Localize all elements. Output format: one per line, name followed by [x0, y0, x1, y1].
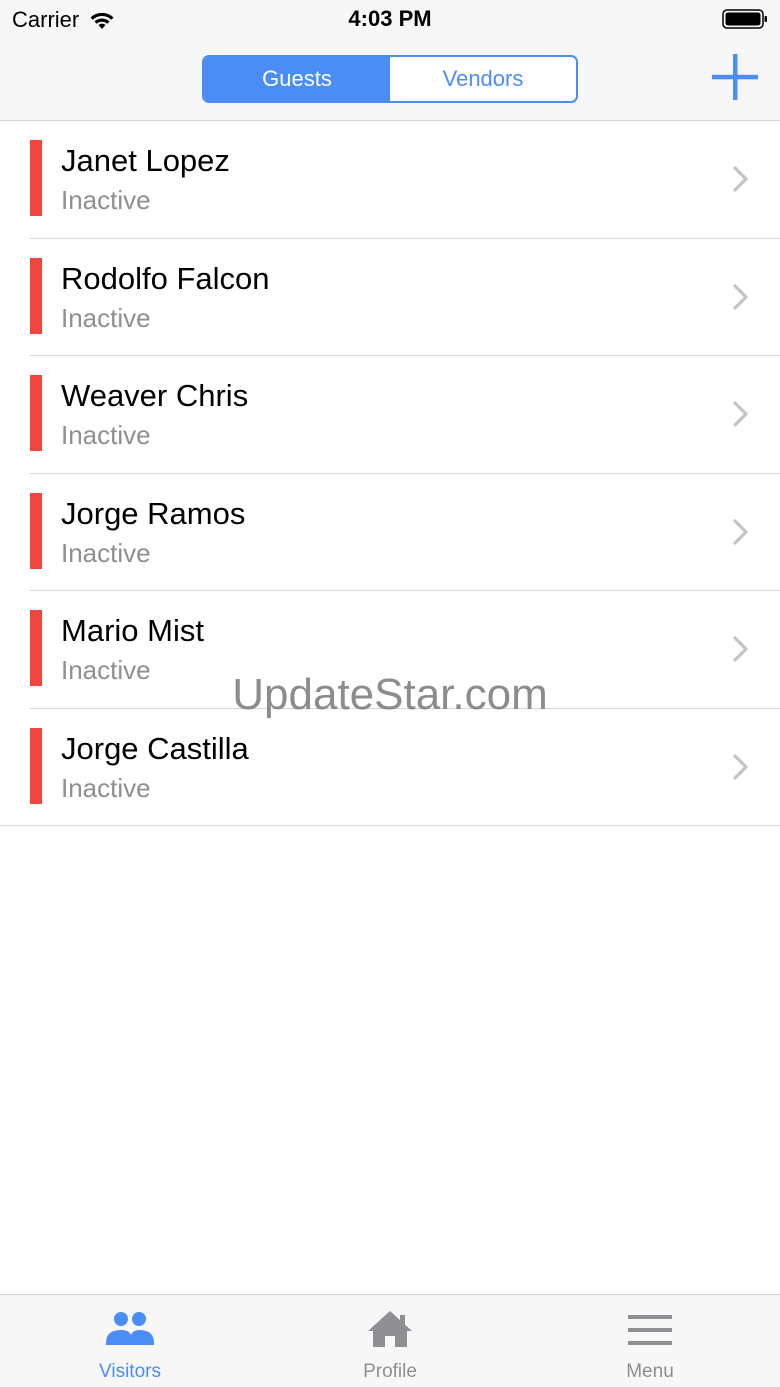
hamburger-menu-icon [628, 1315, 672, 1345]
home-icon [368, 1311, 412, 1347]
visitor-name: Mario Mist [61, 613, 204, 648]
status-bar: Carrier 4:03 PM [0, 0, 780, 40]
visitor-name: Jorge Ramos [61, 495, 246, 531]
visitor-status: Inactive [61, 655, 151, 685]
visitor-row[interactable]: Jorge Ramos Inactive [0, 474, 780, 591]
segment-vendors[interactable]: Vendors [390, 57, 576, 101]
guests-vendors-segmented-control: Guests Vendors [202, 55, 578, 103]
inactive-status-indicator [30, 140, 42, 216]
visitor-status: Inactive [61, 185, 151, 215]
visitor-row[interactable]: Mario Mist Inactive [0, 591, 780, 709]
inactive-status-indicator [30, 610, 42, 686]
plus-icon[interactable] [710, 52, 760, 102]
chevron-right-icon [733, 636, 748, 662]
tab-bar: Visitors Profile Menu [0, 1294, 780, 1387]
visitor-status: Inactive [61, 420, 151, 450]
row-separator [0, 825, 780, 826]
chevron-right-icon [733, 401, 748, 427]
tab-menu[interactable]: Menu [520, 1295, 780, 1387]
inactive-status-indicator [30, 492, 42, 569]
visitor-name: Weaver Chris [61, 378, 249, 413]
visitor-name: Rodolfo Falcon [61, 260, 270, 296]
visitor-row[interactable]: Janet Lopez Inactive [0, 121, 780, 239]
visitor-status: Inactive [61, 772, 151, 803]
tab-visitors[interactable]: Visitors [0, 1295, 260, 1387]
visitor-status: Inactive [61, 302, 151, 333]
chevron-right-icon [733, 518, 748, 545]
tab-label: Menu [626, 1361, 674, 1382]
visitor-status: Inactive [61, 537, 151, 568]
chevron-right-icon [733, 166, 748, 192]
visitor-row[interactable]: Weaver Chris Inactive [0, 356, 780, 474]
tab-profile[interactable]: Profile [260, 1295, 520, 1387]
visitor-row[interactable]: Jorge Castilla Inactive [0, 709, 780, 826]
inactive-status-indicator [30, 257, 42, 334]
tab-label: Visitors [99, 1361, 161, 1382]
visitor-list: Janet Lopez Inactive Rodolfo Falcon Inac… [0, 121, 780, 826]
chevron-right-icon [733, 753, 748, 780]
inactive-status-indicator [30, 375, 42, 451]
tab-label: Profile [363, 1361, 417, 1382]
people-icon [106, 1312, 154, 1345]
visitor-name: Janet Lopez [61, 143, 230, 178]
inactive-status-indicator [30, 727, 42, 804]
chevron-right-icon [733, 283, 748, 310]
segment-guests[interactable]: Guests [204, 57, 390, 101]
visitor-row[interactable]: Rodolfo Falcon Inactive [0, 239, 780, 356]
status-time: 4:03 PM [348, 6, 432, 31]
battery-icon [722, 9, 767, 29]
nav-bar: Guests Vendors [0, 40, 780, 121]
visitor-name: Jorge Castilla [61, 730, 249, 766]
